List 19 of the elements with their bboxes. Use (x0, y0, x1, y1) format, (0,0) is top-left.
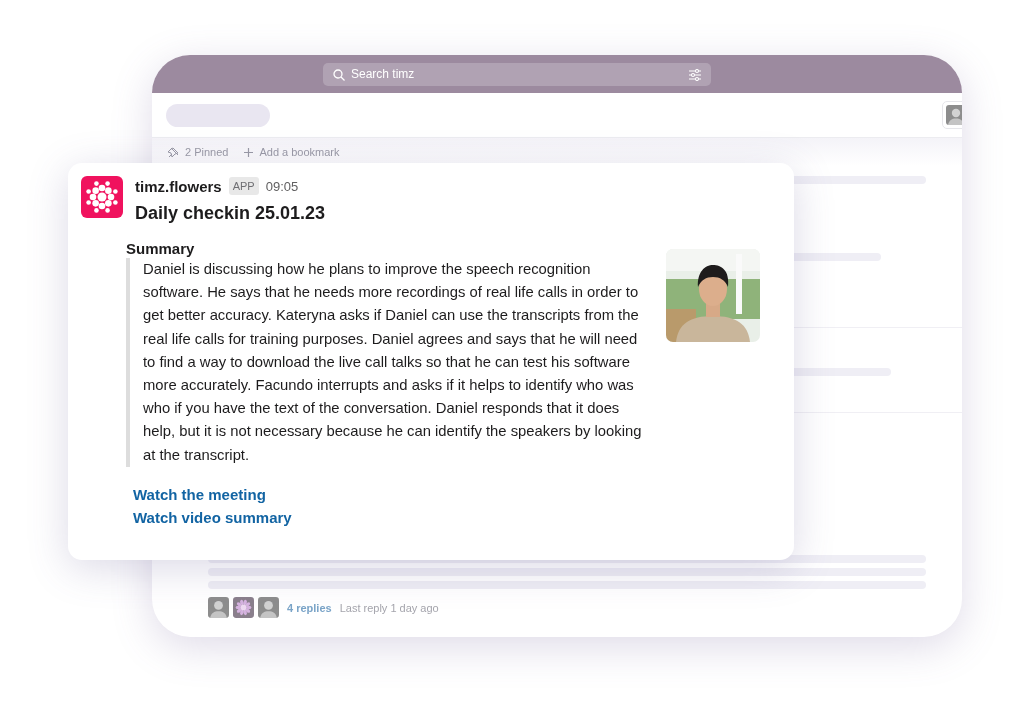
app-badge: APP (228, 177, 259, 195)
flower-logo-icon (81, 176, 123, 218)
flower-avatar-icon (233, 597, 254, 618)
summary-text: Daniel is discussing how he plans to improve the speech recognition software. He says that he needs more recordings of real life calls in order to get better accuracy. Kateryna asks if Daniel can use the transcripts from the real life calls for training purposes. Daniel agrees and says that he will need to find a way to download the live call talks so that he can test his software more accurately. Facundo interrupts and asks if it helps to identify who was who if you have the text of the conversation. Daniel responds that it does help, but it is not necessary because he can identify the speakers by looking at the transcript. (126, 258, 649, 467)
search-icon (333, 68, 345, 81)
link[interactable]: Watch the meeting (133, 483, 266, 505)
message-title: Daily checkin 25.01.23 (135, 203, 326, 224)
person-avatar-icon (208, 597, 229, 618)
person-avatar-icon (946, 105, 962, 125)
pin-icon (168, 146, 179, 158)
message-time[interactable]: 09:05 (265, 178, 299, 194)
person-avatar-icon (258, 597, 279, 618)
section-heading: Summary (126, 240, 196, 257)
filter-icon[interactable] (689, 68, 701, 81)
link[interactable]: Watch video summary (133, 506, 292, 528)
search-field[interactable]: Search timz (323, 62, 711, 86)
last-reply-time: Last reply 1 day ago (339, 601, 439, 614)
plus-icon (244, 147, 254, 157)
sender-name[interactable]: timz.flowers (135, 177, 222, 195)
